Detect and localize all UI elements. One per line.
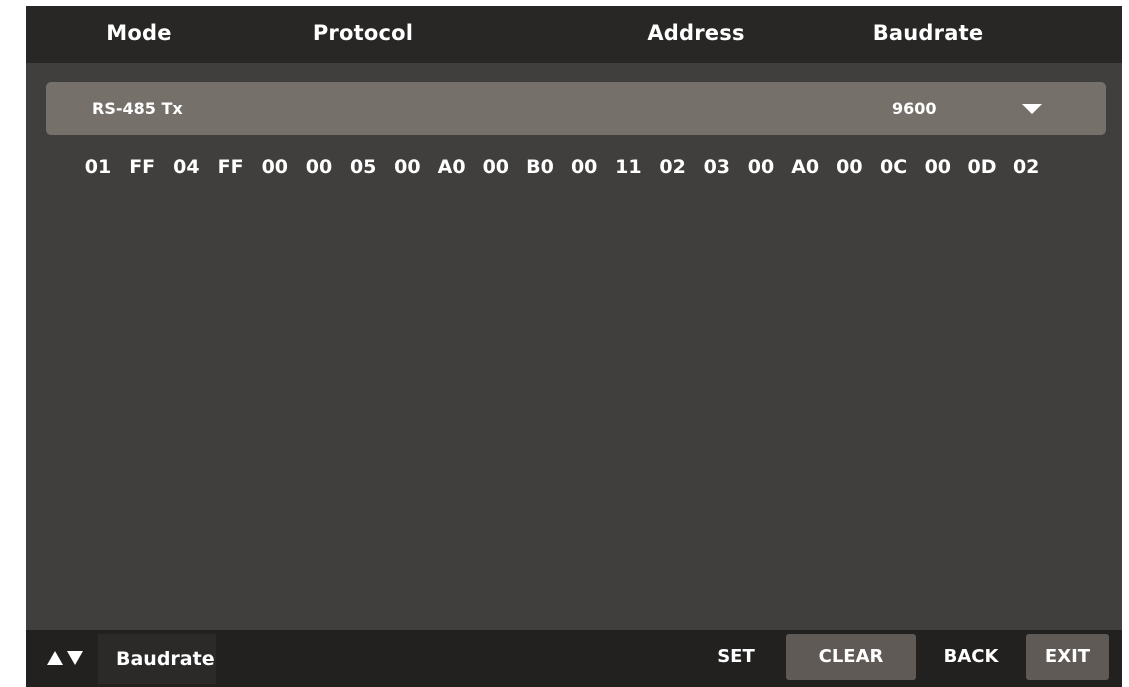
screen: Mode Protocol Address Baudrate RS-485 Tx…	[26, 6, 1122, 687]
data-byte: 03	[703, 156, 731, 178]
selection-row[interactable]: RS-485 Tx 9600	[46, 82, 1106, 135]
triangle-up-icon[interactable]	[47, 651, 63, 665]
data-byte: B0	[526, 156, 554, 178]
data-byte: 00	[261, 156, 289, 178]
footer-bar: Baudrate SET CLEAR BACK EXIT	[26, 630, 1122, 687]
data-byte: 0D	[967, 156, 997, 178]
data-byte: 00	[747, 156, 775, 178]
triangle-down-icon[interactable]	[67, 651, 83, 665]
data-byte: 00	[305, 156, 333, 178]
set-button[interactable]: SET	[706, 634, 766, 680]
dropdown-arrow-icon[interactable]	[1022, 104, 1042, 114]
data-byte: 11	[615, 156, 642, 178]
header-address[interactable]: Address	[636, 6, 756, 63]
data-byte: FF	[217, 156, 244, 178]
nav-arrows	[26, 630, 98, 687]
data-byte: 00	[836, 156, 863, 178]
clear-button[interactable]: CLEAR	[786, 634, 916, 680]
data-byte: 02	[1012, 156, 1040, 178]
data-byte: 04	[173, 156, 200, 178]
data-byte: 00	[924, 156, 952, 178]
data-byte: FF	[129, 156, 156, 178]
data-byte: 05	[349, 156, 377, 178]
current-field-label: Baudrate	[98, 634, 216, 684]
selected-baudrate: 9600	[892, 99, 937, 118]
header-bar: Mode Protocol Address Baudrate	[26, 6, 1122, 63]
data-byte: 0C	[880, 156, 908, 178]
header-mode[interactable]: Mode	[88, 6, 190, 63]
data-byte: 00	[570, 156, 598, 178]
exit-button[interactable]: EXIT	[1026, 634, 1109, 680]
header-baudrate[interactable]: Baudrate	[860, 6, 996, 63]
data-byte: 00	[394, 156, 421, 178]
back-button[interactable]: BACK	[936, 634, 1006, 680]
data-byte: 00	[482, 156, 510, 178]
selected-mode: RS-485 Tx	[92, 99, 183, 118]
data-byte: 02	[659, 156, 686, 178]
header-protocol[interactable]: Protocol	[296, 6, 430, 63]
data-bytes-row: 01 FF 04 FF 00 00 05 00 A0 00 B0 00 11 02 03 00 A0 00 0C 00…	[26, 152, 1122, 182]
data-byte: A0	[791, 156, 820, 178]
data-byte: 01	[84, 156, 112, 178]
data-byte: A0	[437, 156, 466, 178]
